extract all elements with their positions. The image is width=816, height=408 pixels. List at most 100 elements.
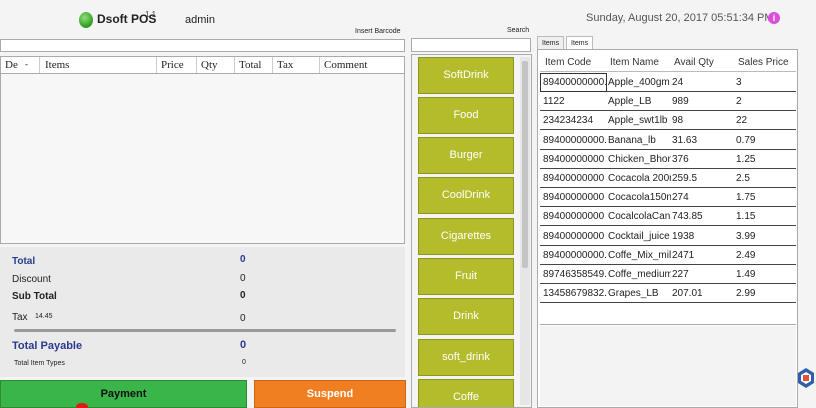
app-logo-icon	[79, 12, 93, 28]
table-row[interactable]: 89400000000. Coffe_Mix_mil 2471 2.49	[540, 246, 796, 265]
totals-panel: Total 0 Discount 0 Sub Total 0 Tax 14.45…	[0, 247, 405, 377]
subtotal-value: 0	[240, 290, 246, 301]
col-sales-price[interactable]: Sales Price	[738, 57, 789, 68]
table-row[interactable]: 13458679832. Grapes_LB 207.01 2.99	[540, 284, 796, 304]
cart-col-tax[interactable]: Tax	[277, 59, 293, 71]
table-cell: 89400000000.	[543, 249, 607, 261]
items-grid-header: Item Code Item Name Avail Qty Sales Pric…	[540, 52, 796, 72]
col-item-name[interactable]: Item Name	[610, 57, 659, 68]
table-cell: 2471	[672, 249, 695, 261]
table-cell: 376	[672, 153, 689, 165]
table-cell: 89746358549.	[543, 269, 607, 280]
table-cell: 2.49	[736, 249, 756, 261]
table-cell: Apple_400gm	[608, 77, 670, 88]
table-cell: Cocktail_juice	[608, 230, 670, 242]
search-label: Search	[507, 27, 530, 34]
items-list-panel: Item Code Item Name Avail Qty Sales Pric…	[537, 49, 798, 408]
cart-header: De - Items Price Qty Total Tax Comment	[1, 57, 404, 74]
table-cell: Cocacola 200r	[608, 173, 671, 184]
category-button[interactable]: Coffe	[418, 379, 514, 407]
table-cell: 89400000000	[543, 192, 605, 204]
table-cell: 89400000000.	[543, 134, 607, 146]
cart-col-qty[interactable]: Qty	[201, 59, 218, 71]
table-cell: 2.99	[736, 288, 756, 300]
tab-items-list[interactable]: Items List	[566, 36, 594, 60]
category-button[interactable]: Food	[418, 97, 514, 134]
table-cell: 227	[672, 269, 689, 280]
table-cell: 89400000000	[543, 230, 605, 242]
divider-slider	[14, 329, 396, 332]
table-cell: 22	[736, 115, 748, 127]
table-cell: 743.85	[672, 211, 703, 223]
table-cell: 1.15	[736, 211, 756, 223]
cart-col-price[interactable]: Price	[161, 59, 184, 71]
total-label: Total	[12, 256, 36, 267]
category-scrollbar-thumb[interactable]	[522, 61, 528, 268]
payment-button[interactable]: Payment	[0, 380, 247, 408]
category-button[interactable]: Burger	[418, 137, 514, 174]
info-icon[interactable]: i	[768, 12, 780, 24]
barcode-input[interactable]	[0, 39, 405, 52]
table-cell: Apple_LB	[608, 96, 652, 108]
table-row[interactable]: 89400000000 Cocacola 200r 259.5 2.5	[540, 169, 796, 188]
table-cell: Banana_lb	[608, 134, 656, 146]
table-cell: Grapes_LB	[608, 288, 659, 300]
category-button[interactable]: soft_drink	[418, 339, 514, 376]
total-payable-value: 0	[240, 339, 247, 351]
items-grid[interactable]: Item Code Item Name Avail Qty Sales Pric…	[540, 52, 796, 325]
cursor-marker	[76, 403, 88, 408]
table-row[interactable]: 89400000000. Banana_lb 31.63 0.79	[540, 131, 796, 150]
suspend-button[interactable]: Suspend	[254, 380, 406, 408]
tax-value: 0	[240, 313, 246, 324]
tab-items[interactable]: Items	[537, 36, 565, 50]
table-cell: 13458679832.	[543, 288, 607, 300]
barcode-label: Insert Barcode	[355, 28, 401, 35]
table-row[interactable]: 234234234 Apple_swt1lb 98 22	[540, 111, 796, 131]
table-row[interactable]: 89400000000 Chicken_Bhon 376 1.25	[540, 150, 796, 169]
table-row[interactable]: 89400000000 Cocktail_juice 1938 3.99	[540, 227, 796, 246]
table-cell: 31.63	[672, 134, 698, 146]
category-button[interactable]: CoolDrink	[418, 177, 514, 214]
table-cell: 2.5	[736, 173, 750, 184]
table-cell: 1.49	[736, 269, 756, 280]
item-types-value: 0	[242, 359, 246, 366]
table-row[interactable]: 89400000000. Apple_400gm 24 3	[540, 73, 796, 92]
table-row[interactable]: 1122 Apple_LB 989 2	[540, 92, 796, 112]
cart-col-total[interactable]: Total	[239, 59, 261, 71]
table-cell: 259.5	[672, 173, 698, 184]
sort-icon[interactable]: -	[25, 59, 28, 69]
tax-label: Tax	[12, 312, 28, 323]
category-button[interactable]: Cigarettes	[418, 218, 514, 255]
table-row[interactable]: 89746358549. Coffe_medium 227 1.49	[540, 265, 796, 284]
discount-value: 0	[240, 273, 246, 284]
table-cell: 89400000000.	[543, 77, 607, 88]
table-cell: 234234234	[543, 115, 594, 127]
category-panel: SoftDrink Food Burger CoolDrink Cigarett…	[411, 54, 532, 408]
table-cell: Apple_swt1lb	[608, 115, 668, 127]
table-cell: 2	[736, 96, 742, 108]
category-scrollbar[interactable]	[520, 57, 530, 405]
total-payable-label: Total Payable	[12, 340, 83, 352]
category-button[interactable]: Fruit	[418, 258, 514, 295]
table-row[interactable]: 89400000000 Cocacola150n 274 1.75	[540, 188, 796, 208]
col-item-code[interactable]: Item Code	[545, 57, 591, 68]
cart-col-comment[interactable]: Comment	[324, 59, 367, 71]
col-avail-qty[interactable]: Avail Qty	[674, 57, 714, 68]
table-cell: 24	[672, 77, 684, 88]
table-cell: Chicken_Bhon	[608, 153, 671, 165]
category-button[interactable]: Drink	[418, 298, 514, 335]
category-button[interactable]: SoftDrink	[418, 57, 514, 94]
cart-col-delete[interactable]: De	[5, 59, 18, 71]
table-cell: 0.79	[736, 134, 756, 146]
table-cell: CocalcolaCan	[608, 211, 671, 223]
table-cell: 207.01	[672, 288, 703, 300]
cart-grid[interactable]: De - Items Price Qty Total Tax Comment	[0, 56, 405, 244]
discount-label: Discount	[12, 274, 51, 285]
cart-col-items[interactable]: Items	[45, 59, 69, 71]
table-cell: 3	[736, 77, 742, 88]
table-cell: Coffe_medium	[608, 269, 671, 280]
table-row[interactable]: 89400000000 CocalcolaCan 743.85 1.15	[540, 207, 796, 227]
table-cell: 1938	[672, 230, 695, 242]
current-user: admin	[185, 14, 215, 26]
search-input[interactable]	[411, 38, 531, 52]
